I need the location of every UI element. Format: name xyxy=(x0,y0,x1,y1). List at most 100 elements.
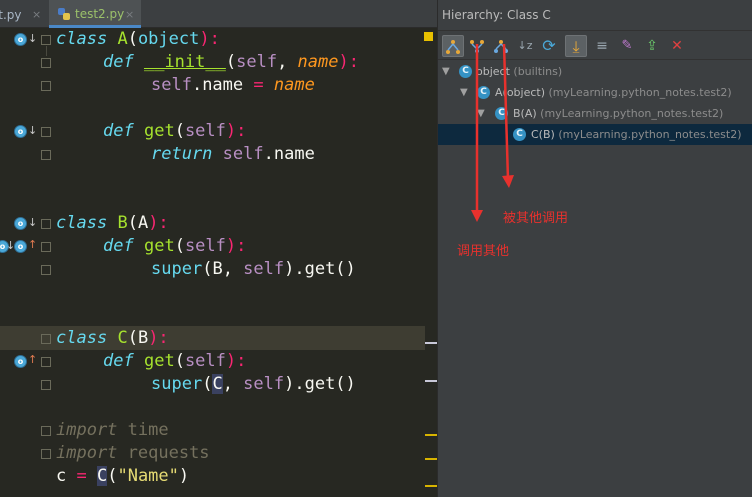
editor-gutter: o ↓ o ↓ o ↓ o ↓ o ↑ o ↑ xyxy=(0,28,56,497)
code-line-7: def get(self): xyxy=(103,235,246,258)
fold-marker[interactable] xyxy=(41,449,51,459)
code-area[interactable]: class A(object): def __init__(self, name… xyxy=(56,28,426,497)
fold-marker[interactable] xyxy=(41,219,51,229)
tab-label: st.py xyxy=(0,8,22,22)
operator: = xyxy=(66,466,97,486)
paren: ( xyxy=(174,121,185,141)
tab-test2-py[interactable]: test2.py × xyxy=(49,0,141,28)
function-name: __init__ xyxy=(143,52,226,72)
fold-marker[interactable] xyxy=(41,380,51,390)
paren: ( xyxy=(127,213,138,233)
overridden-method-icon[interactable]: o xyxy=(14,217,27,230)
sort-alpha-icon: ↓z xyxy=(517,39,533,52)
keyword: class xyxy=(56,328,108,348)
builtin: super xyxy=(151,374,203,394)
icon-letter: o xyxy=(17,127,24,136)
function-name: get xyxy=(143,236,175,256)
up-arrow-icon: ↑ xyxy=(28,353,38,366)
comma: , xyxy=(277,52,298,72)
keyword: class xyxy=(56,29,108,49)
close-panel-button[interactable]: ✕ xyxy=(666,35,688,57)
tab-st-py[interactable]: st.py × xyxy=(0,0,48,28)
icon-letter: o xyxy=(17,35,24,44)
tree-node-label: A(object) (myLearning.python_notes.test2… xyxy=(495,82,732,103)
fold-marker[interactable] xyxy=(41,150,51,160)
panel-title: Hierarchy: Class C xyxy=(442,8,551,22)
code-line-2: def __init__(self, name): xyxy=(103,51,359,74)
paren-colon: ): xyxy=(225,236,247,256)
paren: ( xyxy=(202,259,213,279)
code-line-8: super(B, self).get() xyxy=(151,258,356,281)
icon-letter: o xyxy=(0,242,6,251)
expand-icon: ≡ xyxy=(596,38,608,54)
stripe-mark[interactable] xyxy=(425,434,437,436)
comma: , xyxy=(222,259,244,279)
self-ref: self xyxy=(243,259,285,279)
paren-colon: ): xyxy=(225,351,247,371)
overridden-method-icon[interactable]: o xyxy=(14,125,27,138)
annotation-called-by-others: 被其他调用 xyxy=(503,211,569,226)
fold-marker[interactable] xyxy=(41,35,51,45)
fold-marker[interactable] xyxy=(41,265,51,275)
close-tab-icon[interactable]: × xyxy=(32,0,41,30)
stripe-mark[interactable] xyxy=(425,342,437,344)
stripe-mark[interactable] xyxy=(425,485,437,487)
base-class: object xyxy=(137,29,200,49)
paren: ( xyxy=(174,351,185,371)
attribute: .name xyxy=(263,144,315,164)
paren-colon: ): xyxy=(148,328,169,348)
class-hierarchy-icon xyxy=(446,40,460,54)
self-ref: self xyxy=(243,374,285,394)
function-name: get xyxy=(143,351,175,371)
base-class: A xyxy=(137,213,149,233)
call-rest: ).get() xyxy=(284,259,356,279)
fold-marker[interactable] xyxy=(41,334,51,344)
collapse-arrow-icon[interactable]: ▼ xyxy=(442,61,450,82)
inspection-status-icon[interactable] xyxy=(424,32,433,41)
fold-marker[interactable] xyxy=(41,426,51,436)
class-hierarchy-button[interactable] xyxy=(442,35,464,57)
code-line-9: class C(B): xyxy=(56,327,169,350)
module: time xyxy=(117,420,169,440)
keyword: class xyxy=(56,213,108,233)
editor-tab-bar: st.py × test2.py × xyxy=(0,0,437,28)
operator: = xyxy=(243,75,274,95)
fold-marker[interactable] xyxy=(41,357,51,367)
export-button[interactable]: ⇪ xyxy=(641,35,663,57)
keyword: return xyxy=(151,144,213,164)
close-tab-icon[interactable]: × xyxy=(125,0,134,30)
module-path: (myLearning.python_notes.test2) xyxy=(558,128,742,141)
function-name: get xyxy=(143,121,175,141)
fold-marker[interactable] xyxy=(41,127,51,137)
collapse-arrow-icon[interactable]: ▼ xyxy=(460,82,468,103)
overriding-method-icon[interactable]: o xyxy=(14,355,27,368)
comma: , xyxy=(222,374,244,394)
param: name xyxy=(297,52,339,72)
stripe-mark[interactable] xyxy=(425,458,437,460)
stripe-mark[interactable] xyxy=(425,380,437,382)
overridden-method-icon[interactable]: o xyxy=(14,240,27,253)
fold-marker[interactable] xyxy=(41,242,51,252)
down-arrow-icon: ↓ xyxy=(28,124,38,137)
paren-colon: ): xyxy=(148,213,169,233)
fold-marker[interactable] xyxy=(41,81,51,91)
error-stripe[interactable] xyxy=(424,28,437,497)
pin-tab-button[interactable]: ✎ xyxy=(616,35,638,57)
up-arrow-icon: ↑ xyxy=(28,238,38,251)
hierarchy-panel: Hierarchy: Class C ↓z ⟳ ⤓ ≡ ✎ ⇪ ✕ ▼ C ob… xyxy=(437,0,752,497)
paren: ( xyxy=(127,29,138,49)
overridden-method-icon[interactable]: o xyxy=(14,33,27,46)
fold-guide xyxy=(46,46,47,56)
refresh-button[interactable]: ⟳ xyxy=(538,35,560,57)
code-line-1: class A(object): xyxy=(56,28,220,51)
code-line-11: super(C, self).get() xyxy=(151,373,356,396)
keyword: def xyxy=(103,351,134,371)
module: requests xyxy=(117,443,210,463)
paren: ) xyxy=(178,466,190,486)
expand-all-button[interactable]: ≡ xyxy=(591,35,613,57)
paren-colon: ): xyxy=(199,29,220,49)
fold-marker[interactable] xyxy=(41,58,51,68)
code-editor[interactable]: st.py × test2.py × o ↓ o ↓ o ↓ o ↓ o ↑ o… xyxy=(0,0,437,497)
base-class: B xyxy=(137,328,149,348)
autoscroll-button[interactable]: ⤓ xyxy=(565,35,587,57)
